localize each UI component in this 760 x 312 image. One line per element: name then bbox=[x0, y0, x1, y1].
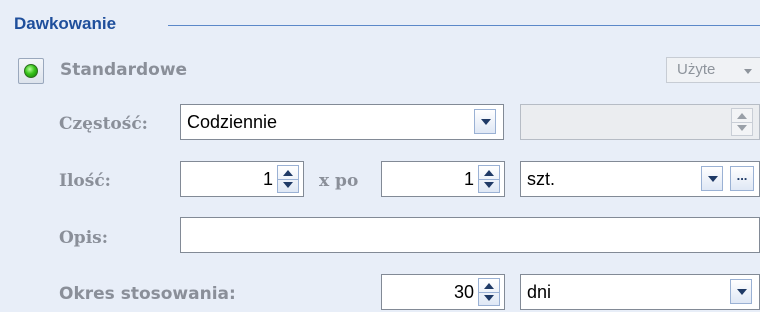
used-dropdown-value: Użyte bbox=[677, 61, 716, 78]
description-label: Opis: bbox=[59, 228, 108, 248]
description-field[interactable] bbox=[180, 217, 760, 253]
frequency-label: Częstość: bbox=[59, 114, 148, 134]
standard-label: Standardowe bbox=[60, 60, 188, 80]
spin-up-icon bbox=[484, 170, 494, 176]
frequency-extra-spinner bbox=[731, 108, 753, 136]
quantity-unit-dropdown-button[interactable] bbox=[701, 166, 723, 191]
quantity-separator-label: x po bbox=[319, 171, 359, 191]
frequency-extra-field bbox=[520, 104, 760, 140]
dosage-panel: Dawkowanie Standardowe Użyte Częstość: C… bbox=[0, 0, 760, 312]
green-status-icon bbox=[24, 64, 38, 78]
period-label: Okres stosowania: bbox=[59, 284, 236, 304]
spin-down-icon bbox=[283, 182, 293, 188]
frequency-select[interactable]: Codziennie bbox=[180, 104, 504, 140]
spin-up-icon bbox=[283, 170, 293, 176]
group-divider bbox=[168, 25, 760, 26]
spinner-divider bbox=[479, 292, 499, 293]
quantity-unit-select[interactable]: szt. ... bbox=[520, 161, 760, 197]
period-value: 30 bbox=[453, 282, 474, 302]
period-unit-dropdown-button[interactable] bbox=[730, 279, 752, 304]
quantity-count-spinner[interactable] bbox=[277, 165, 299, 193]
quantity-unit-more-button[interactable]: ... bbox=[730, 166, 754, 191]
spin-down-icon bbox=[737, 125, 747, 131]
chevron-down-icon bbox=[744, 69, 752, 74]
frequency-dropdown-button[interactable] bbox=[474, 109, 496, 134]
spin-down-icon bbox=[484, 182, 494, 188]
quantity-count-stepper[interactable]: 1 bbox=[180, 161, 304, 197]
spinner-divider bbox=[278, 179, 298, 180]
period-unit-value: dni bbox=[527, 282, 552, 302]
spinner-divider bbox=[479, 179, 499, 180]
spin-down-icon bbox=[484, 295, 494, 301]
quantity-unit-value: szt. bbox=[527, 169, 556, 189]
spin-up-icon bbox=[484, 283, 494, 289]
quantity-label: Ilość: bbox=[59, 171, 111, 191]
group-title: Dawkowanie bbox=[14, 14, 117, 33]
frequency-value: Codziennie bbox=[187, 112, 278, 132]
period-spinner[interactable] bbox=[478, 278, 500, 306]
spin-up-icon bbox=[737, 113, 747, 119]
quantity-dose-value: 1 bbox=[463, 169, 474, 189]
spinner-divider bbox=[732, 122, 752, 123]
used-dropdown[interactable]: Użyte bbox=[666, 57, 760, 83]
quantity-dose-stepper[interactable]: 1 bbox=[381, 161, 505, 197]
standard-toggle-button[interactable] bbox=[18, 58, 44, 84]
quantity-count-value: 1 bbox=[262, 169, 273, 189]
period-unit-select[interactable]: dni bbox=[520, 274, 760, 310]
quantity-dose-spinner[interactable] bbox=[478, 165, 500, 193]
period-stepper[interactable]: 30 bbox=[381, 274, 505, 310]
